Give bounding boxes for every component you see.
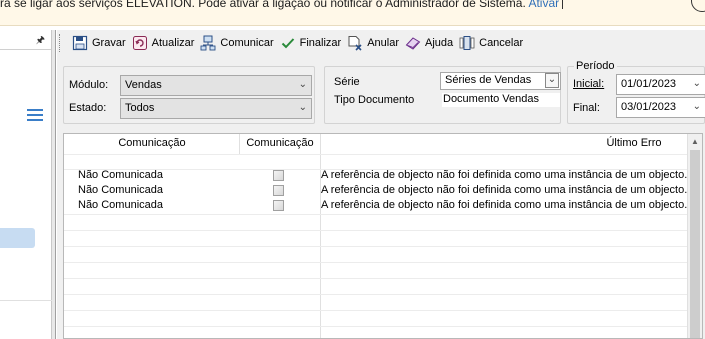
ultimo-erro-cell: A referência de objecto não foi definida… — [321, 169, 688, 181]
inicial-label: Inicial: — [573, 78, 605, 90]
gravar-button[interactable]: Gravar — [70, 32, 130, 54]
grid-line — [64, 278, 688, 279]
periodo-title: Período — [574, 60, 617, 72]
chevron-down-icon[interactable]: ⌄ — [693, 78, 701, 89]
grid-line — [64, 326, 688, 327]
grid-line — [64, 154, 688, 155]
final-date-picker[interactable]: 03/01/2023 ⌄ — [616, 97, 705, 118]
modulo-label: Módulo: — [69, 79, 109, 91]
finalizar-label: Finalizar — [299, 37, 342, 49]
grid-line — [64, 310, 688, 311]
refresh-icon — [132, 35, 148, 51]
ativar-link[interactable]: Ativar — [528, 0, 559, 10]
anular-label: Anular — [367, 37, 399, 49]
notification-text-wrap: ra se ligar aos serviços ELEVATION. Pode… — [0, 0, 564, 10]
modulo-value: Vendas — [125, 79, 162, 91]
scroll-up-arrow-icon[interactable]: ▲ — [688, 134, 702, 150]
final-label: Final: — [573, 102, 600, 114]
main-panel: Gravar Atualizar Comunicar Finalizar Anu — [57, 30, 705, 339]
communications-grid: Comunicação Comunicação Último Erro Não … — [63, 133, 703, 339]
column-header-comunicacao-estado[interactable]: Comunicação — [64, 134, 240, 154]
comunicacao-checkbox[interactable] — [273, 185, 284, 196]
column-divider[interactable] — [320, 134, 321, 338]
left-pane-header: 🖈 — [0, 30, 51, 50]
comunicar-label: Comunicar — [220, 37, 274, 49]
ajuda-button[interactable]: Ajuda — [403, 32, 457, 54]
comunicacao-checkbox[interactable] — [273, 170, 284, 181]
left-pane-divider — [0, 300, 52, 301]
grid-line — [64, 246, 688, 247]
chevron-down-icon: ⌄ — [298, 102, 307, 113]
cancelar-label: Cancelar — [479, 37, 524, 49]
save-icon — [72, 35, 88, 51]
serie-tipo-group: Série Séries de Vendas ⌄ Tipo Documento … — [324, 66, 561, 124]
notification-dismiss-icon[interactable] — [691, 0, 705, 12]
scrollbar-thumb[interactable] — [690, 150, 700, 338]
left-navigation-pane: 🖈 — [0, 30, 52, 339]
serie-label: Série — [334, 76, 360, 88]
ultimo-erro-cell: A referência de objecto não foi definida… — [321, 184, 688, 196]
inicial-date-picker[interactable]: 01/01/2023 ⌄ — [616, 74, 705, 95]
help-book-icon — [405, 35, 421, 51]
table-row[interactable]: Não Comunicada A referência de objecto n… — [64, 198, 688, 213]
notification-bar: ra se ligar aos serviços ELEVATION. Pode… — [0, 0, 705, 26]
chevron-down-icon[interactable]: ⌄ — [693, 101, 701, 112]
chevron-down-icon: ⌄ — [298, 79, 307, 90]
serie-value: Séries de Vendas — [445, 74, 532, 86]
estado-cell: Não Comunicada — [78, 199, 163, 211]
grid-line — [64, 214, 688, 215]
cancelar-button[interactable]: Cancelar — [457, 32, 527, 54]
ultimo-erro-cell: A referência de objecto não foi definida… — [321, 199, 688, 211]
serie-select[interactable]: Séries de Vendas ⌄ — [440, 72, 561, 90]
estado-select[interactable]: Todos ⌄ — [120, 98, 312, 119]
comunicacao-checkbox[interactable] — [273, 200, 284, 211]
atualizar-button[interactable]: Atualizar — [130, 32, 199, 54]
estado-label: Estado: — [69, 102, 107, 114]
comunicar-button[interactable]: Comunicar — [198, 32, 277, 54]
hamburger-menu-icon[interactable] — [27, 109, 43, 124]
table-row[interactable]: Não Comunicada A referência de objecto n… — [64, 183, 688, 198]
text-cursor — [562, 0, 564, 9]
chevron-down-icon[interactable]: ⌄ — [545, 73, 559, 88]
column-header-comunicacao-flag[interactable]: Comunicação — [240, 134, 320, 154]
column-header-ultimo-erro[interactable]: Último Erro — [584, 134, 684, 154]
cancel-document-icon — [347, 35, 363, 51]
tipo-documento-value[interactable]: Documento Vendas — [442, 93, 560, 107]
vertical-scrollbar[interactable]: ▲ — [687, 134, 702, 338]
toolbar-grip[interactable] — [59, 34, 62, 52]
periodo-group: Período Inicial: 01/01/2023 ⌄ Final: 03/… — [567, 60, 705, 124]
modulo-estado-group: Módulo: Vendas ⌄ Estado: Todos ⌄ — [63, 66, 315, 124]
column-divider[interactable] — [239, 134, 240, 154]
checkmark-icon — [280, 35, 296, 51]
left-pane-selected-item[interactable] — [0, 228, 35, 248]
network-computers-icon — [200, 35, 216, 51]
final-date-value: 03/01/2023 — [621, 101, 677, 113]
gravar-label: Gravar — [92, 37, 126, 49]
estado-cell: Não Comunicada — [78, 184, 163, 196]
pane-splitter[interactable] — [52, 30, 56, 339]
table-row[interactable]: Não Comunicada A referência de objecto n… — [64, 168, 688, 183]
toolbar: Gravar Atualizar Comunicar Finalizar Anu — [57, 30, 705, 56]
finalizar-button[interactable]: Finalizar — [278, 32, 346, 54]
anular-button[interactable]: Anular — [345, 32, 403, 54]
inicial-date-value: 01/01/2023 — [621, 78, 677, 90]
cancel-door-icon — [459, 35, 475, 51]
modulo-select[interactable]: Vendas ⌄ — [120, 75, 312, 96]
tipo-documento-label: Tipo Documento — [334, 94, 415, 106]
pin-icon[interactable]: 🖈 — [36, 33, 45, 50]
estado-cell: Não Comunicada — [78, 169, 163, 181]
atualizar-label: Atualizar — [151, 37, 195, 49]
grid-line — [64, 262, 688, 263]
grid-line — [64, 294, 688, 295]
estado-value: Todos — [125, 102, 155, 114]
grid-line — [64, 230, 688, 231]
notification-text: ra se ligar aos serviços ELEVATION. Pode… — [0, 0, 526, 10]
ajuda-label: Ajuda — [424, 37, 454, 49]
